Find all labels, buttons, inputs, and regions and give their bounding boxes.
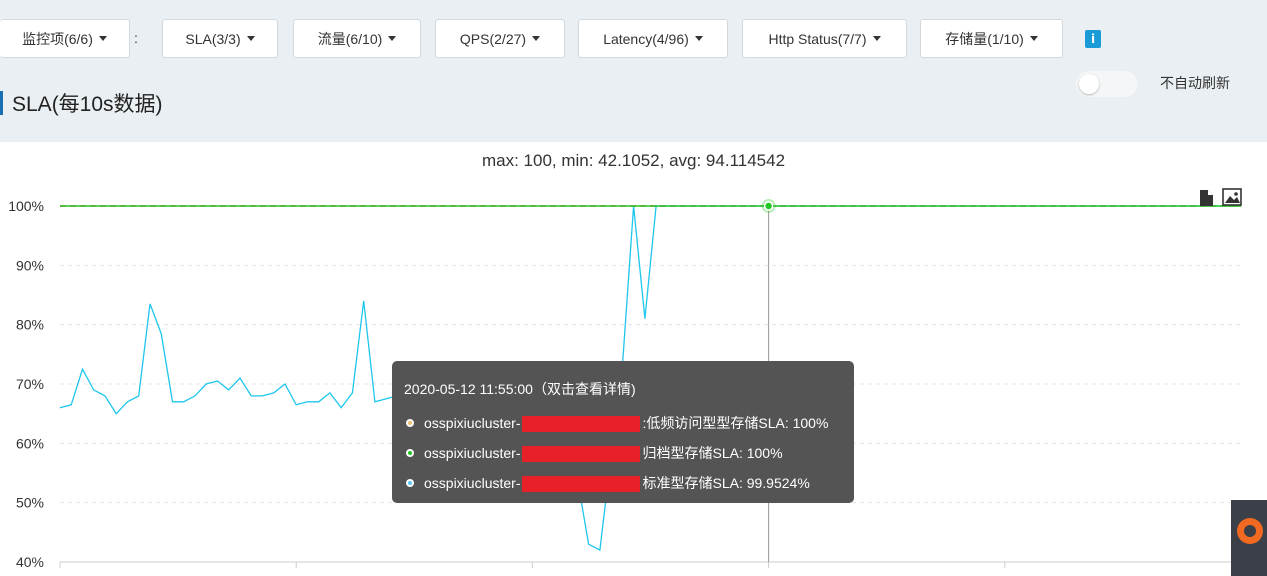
chevron-down-icon [246, 36, 255, 41]
chevron-down-icon [694, 36, 703, 41]
toggle-knob [1079, 74, 1099, 94]
save-image-icon[interactable] [1222, 188, 1242, 206]
filter-toolbar: 监控项(6/6) : SLA(3/3) 流量(6/10) QPS(2/27) L… [0, 0, 1267, 142]
tooltip-row: osspixiucluster- 归档型存储SLA: 100% [404, 438, 854, 468]
filter-label: SLA(3/3) [185, 30, 241, 47]
title-accent-bar [0, 91, 3, 115]
tooltip-suffix: :低频访问型型存储SLA: 100% [642, 415, 829, 431]
y-tick-label: 80% [16, 317, 44, 333]
filter-label: Http Status(7/7) [768, 30, 867, 47]
filter-label: Latency(4/96) [603, 30, 689, 47]
hover-point [763, 201, 774, 211]
info-icon[interactable]: i [1085, 30, 1101, 48]
y-tick-label: 50% [16, 495, 44, 511]
filter-storage[interactable]: 存储量(1/10) [920, 19, 1063, 58]
redaction-mark [522, 476, 641, 493]
series-dot [406, 419, 414, 427]
redaction-mark [522, 416, 641, 433]
y-axis-ticks: 100% 90% 80% 70% 60% 50% 40% [8, 198, 44, 570]
filter-label: 流量(6/10) [317, 30, 383, 47]
tooltip-row: osspixiucluster- 标准型存储SLA: 99.9524% [404, 468, 854, 498]
filter-qps[interactable]: QPS(2/27) [435, 19, 565, 58]
tooltip-prefix: osspixiucluster- [424, 415, 521, 431]
chevron-down-icon [1029, 36, 1038, 41]
chevron-down-icon [388, 36, 397, 41]
sla-line-chart[interactable]: 100% 90% 80% 70% 60% 50% 40% [0, 142, 1267, 576]
tooltip-row: osspixiucluster- :低频访问型型存储SLA: 100% [404, 408, 854, 438]
chevron-down-icon [532, 36, 541, 41]
floating-app-logo[interactable] [1231, 500, 1267, 576]
separator: : [134, 30, 138, 46]
auto-refresh-toggle[interactable] [1076, 71, 1138, 97]
download-data-icon[interactable] [1200, 190, 1213, 206]
section-title: SLA(每10s数据) [12, 93, 163, 116]
filter-http-status[interactable]: Http Status(7/7) [742, 19, 907, 58]
filter-monitor-items[interactable]: 监控项(6/6) [0, 19, 130, 58]
series-dot [406, 479, 414, 487]
tooltip-suffix: 标准型存储SLA: 99.9524% [642, 475, 810, 491]
filter-label: QPS(2/27) [459, 30, 527, 47]
y-tick-label: 70% [16, 376, 44, 392]
series-dot [406, 449, 414, 457]
tooltip-prefix: osspixiucluster- [424, 445, 521, 461]
chevron-down-icon [872, 36, 881, 41]
tooltip-prefix: osspixiucluster- [424, 475, 521, 491]
chevron-down-icon [98, 36, 107, 41]
filter-latency[interactable]: Latency(4/96) [578, 19, 728, 58]
y-tick-label: 90% [16, 257, 44, 273]
filter-label: 存储量(1/10) [945, 30, 1024, 47]
filter-label: 监控项(6/6) [22, 30, 93, 47]
x-axis [59, 561, 1242, 568]
y-tick-label: 100% [8, 198, 44, 214]
auto-refresh-label: 不自动刷新 [1160, 75, 1230, 91]
y-tick-label: 40% [16, 554, 44, 570]
filter-sla[interactable]: SLA(3/3) [162, 19, 278, 58]
chart-tooltip[interactable]: 2020-05-12 11:55:00（双击查看详情) osspixiuclus… [392, 361, 854, 503]
y-tick-label: 60% [16, 435, 44, 451]
tooltip-time: 2020-05-12 11:55:00（双击查看详情) [404, 381, 636, 397]
tooltip-suffix: 归档型存储SLA: 100% [642, 445, 783, 461]
redaction-mark [522, 446, 641, 463]
filter-traffic[interactable]: 流量(6/10) [293, 19, 421, 58]
